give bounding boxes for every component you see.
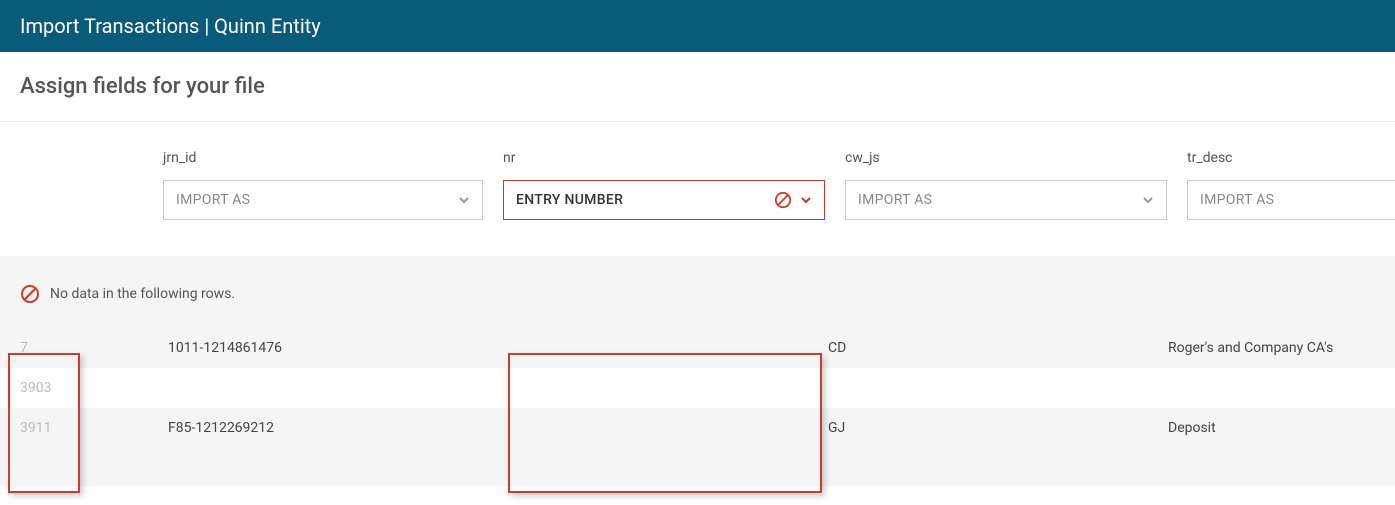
field-select-nr[interactable]: ENTRY NUMBER — [503, 180, 825, 220]
row-index: 7 — [0, 340, 75, 356]
sub-header-title: Assign fields for your file — [20, 74, 1375, 99]
field-select-tr-desc[interactable]: IMPORT AS — [1187, 180, 1395, 220]
row-index: 3903 — [0, 380, 75, 396]
cell-cw-js: CD — [828, 340, 1168, 356]
data-rows: 7 1011-1214861476 CD Roger's and Company… — [0, 328, 1395, 448]
field-label: jrn_id — [163, 150, 483, 166]
data-preview-section: No data in the following rows. 7 1011-12… — [0, 256, 1395, 486]
select-value: IMPORT AS — [176, 192, 458, 208]
select-value: IMPORT AS — [1200, 192, 1395, 208]
cell-cw-js: GJ — [828, 420, 1168, 436]
page-title: Import Transactions | Quinn Entity — [20, 14, 321, 38]
row-index: 3911 — [0, 420, 75, 436]
warning-row: No data in the following rows. — [0, 284, 1395, 328]
table-row: 3903 — [0, 368, 1395, 408]
field-col-nr: nr ENTRY NUMBER — [503, 150, 825, 220]
field-label: nr — [503, 150, 825, 166]
field-select-jrn-id[interactable]: IMPORT AS — [163, 180, 483, 220]
field-select-cw-js[interactable]: IMPORT AS — [845, 180, 1167, 220]
cell-tr-desc: Roger's and Company CA's — [1168, 340, 1395, 356]
field-col-tr-desc: tr_desc IMPORT AS — [1187, 150, 1395, 220]
field-col-jrn-id: jrn_id IMPORT AS — [163, 150, 483, 220]
cell-tr-desc: Deposit — [1168, 420, 1395, 436]
select-value: ENTRY NUMBER — [516, 192, 774, 208]
cell-jrn-id: F85-1212269212 — [168, 420, 508, 436]
chevron-down-icon — [1142, 194, 1154, 206]
table-row: 7 1011-1214861476 CD Roger's and Company… — [0, 328, 1395, 368]
chevron-down-icon — [800, 194, 812, 206]
sub-header: Assign fields for your file — [0, 52, 1395, 122]
header-bar: Import Transactions | Quinn Entity — [0, 0, 1395, 52]
table-row: 3911 F85-1212269212 GJ Deposit — [0, 408, 1395, 448]
field-label: cw_js — [845, 150, 1167, 166]
field-col-cw-js: cw_js IMPORT AS — [845, 150, 1167, 220]
cell-jrn-id: 1011-1214861476 — [168, 340, 508, 356]
no-data-icon — [774, 191, 792, 209]
field-mapping-row: jrn_id IMPORT AS nr ENTRY NUMBER cw_js I… — [0, 122, 1395, 256]
select-value: IMPORT AS — [858, 192, 1142, 208]
warning-text: No data in the following rows. — [50, 286, 235, 302]
no-data-icon — [20, 284, 40, 304]
field-label: tr_desc — [1187, 150, 1395, 166]
chevron-down-icon — [458, 194, 470, 206]
